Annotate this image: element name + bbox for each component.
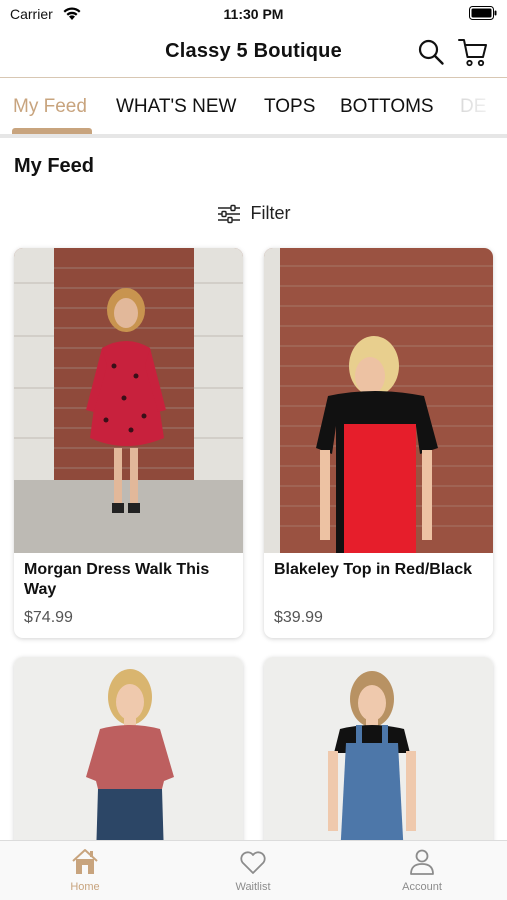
home-icon: [72, 849, 98, 874]
product-price: $39.99: [274, 609, 323, 626]
active-tab-indicator: [12, 128, 92, 134]
battery-icon: [469, 6, 497, 20]
sliders-icon: [217, 204, 240, 223]
product-image: [264, 657, 493, 857]
product-image: [14, 248, 243, 553]
filter-bar: Filter: [0, 203, 507, 227]
tab-whats-new[interactable]: WHAT'S NEW: [116, 96, 236, 118]
tab-my-feed[interactable]: My Feed: [13, 96, 87, 118]
nav-bar: Classy 5 Boutique: [0, 28, 507, 78]
cart-icon[interactable]: [457, 36, 489, 68]
tab-account-label: Account: [402, 881, 442, 893]
product-name: Blakeley Top in Red/Black: [274, 561, 472, 578]
filter-label: Filter: [250, 203, 291, 223]
product-card[interactable]: Blakeley Top in Red/Black $39.99: [264, 248, 493, 638]
search-icon[interactable]: [417, 38, 445, 66]
heart-icon: [240, 851, 266, 874]
feed-title: My Feed: [14, 155, 95, 177]
tab-home[interactable]: Home: [30, 847, 140, 893]
tab-home-label: Home: [70, 881, 100, 893]
tab-waitlist-label: Waitlist: [235, 881, 271, 893]
status-time: 11:30 PM: [223, 6, 284, 22]
tab-account[interactable]: Account: [367, 847, 477, 893]
tabs-fade: [447, 80, 507, 134]
product-image: [264, 248, 493, 553]
product-price: $74.99: [24, 609, 73, 626]
product-card[interactable]: [264, 657, 493, 857]
product-card[interactable]: Morgan Dress Walk This Way $74.99: [14, 248, 243, 638]
category-tabs: My Feed WHAT'S NEW TOPS BOTTOMS DE: [0, 80, 507, 138]
status-bar: Carrier 11:30 PM: [0, 0, 507, 28]
filter-button[interactable]: Filter: [217, 203, 291, 224]
person-icon: [410, 849, 434, 875]
product-name: Morgan Dress Walk This Way: [24, 561, 210, 598]
bottom-tab-bar: Home Waitlist Account: [0, 840, 507, 900]
tab-tops[interactable]: TOPS: [264, 96, 315, 118]
tab-waitlist[interactable]: Waitlist: [198, 847, 308, 893]
tab-bottoms[interactable]: BOTTOMS: [340, 96, 434, 118]
product-card[interactable]: [14, 657, 243, 857]
product-image: [14, 657, 243, 857]
